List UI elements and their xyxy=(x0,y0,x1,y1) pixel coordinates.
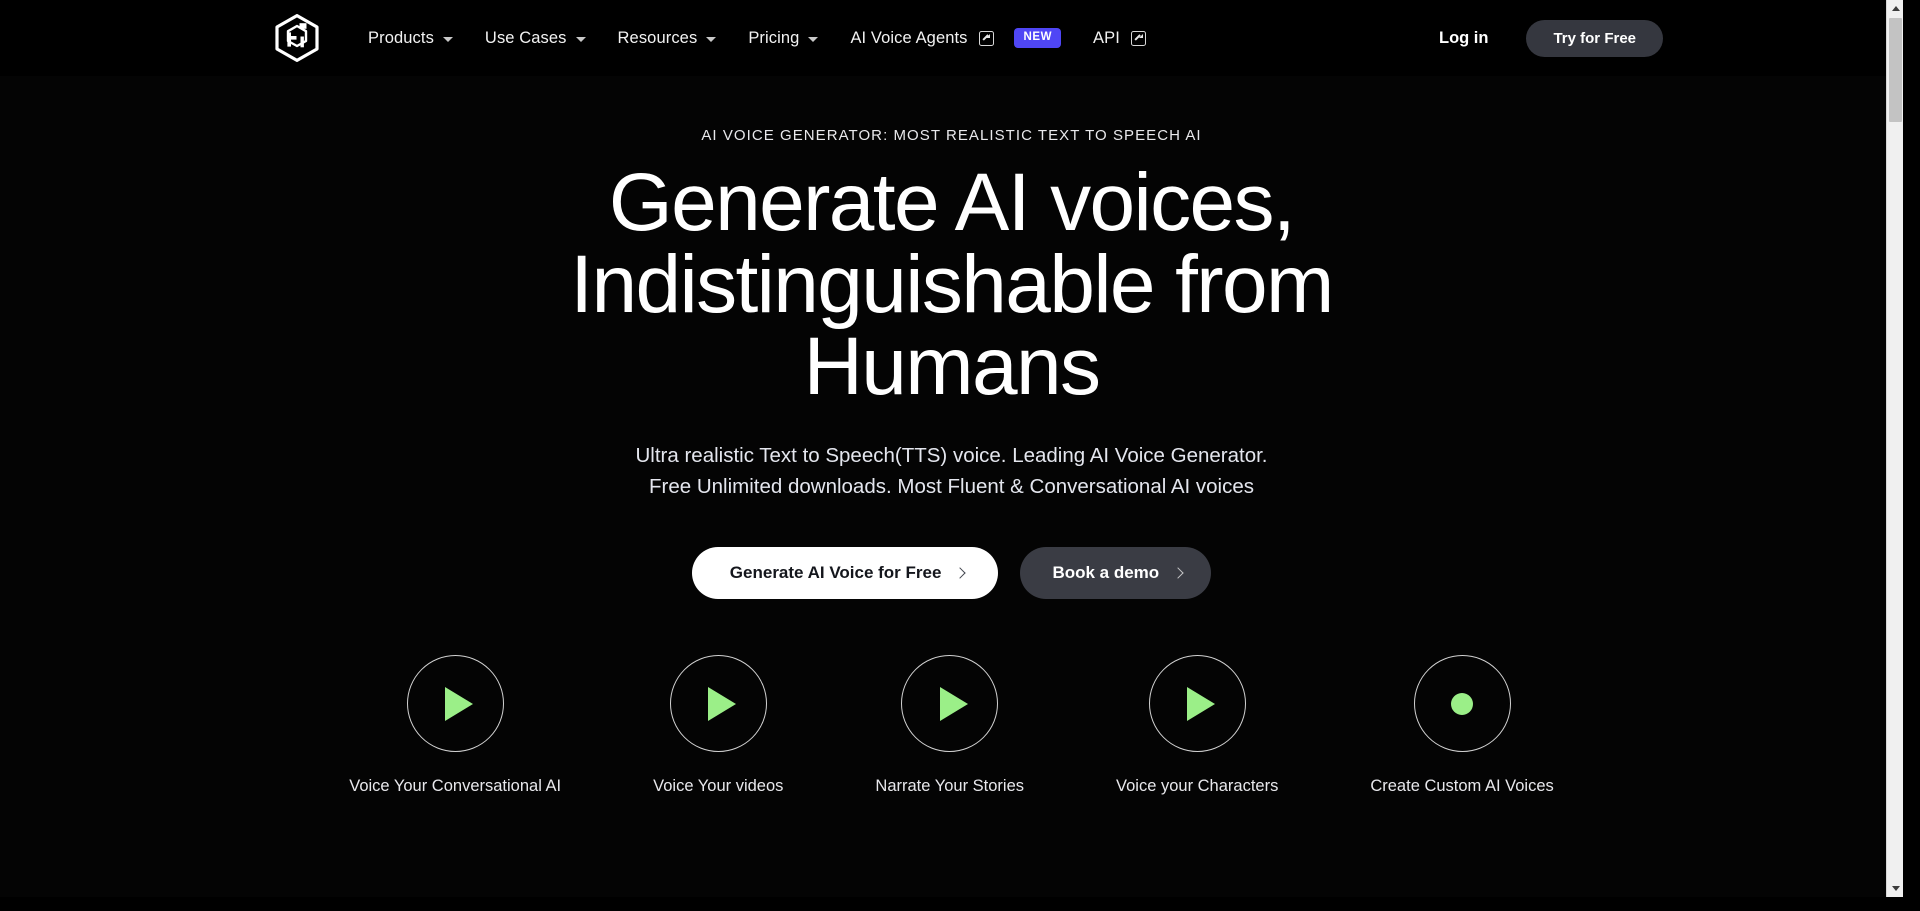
play-button-circle[interactable] xyxy=(406,655,504,753)
play-button-circle[interactable] xyxy=(669,655,767,753)
usecase-label: Voice Your Conversational AI xyxy=(349,777,562,796)
usecase-item-stories[interactable]: Narrate Your Stories xyxy=(875,655,1024,796)
hero-eyebrow: AI VOICE GENERATOR: MOST REALISTIC TEXT … xyxy=(701,127,1202,144)
chevron-right-icon xyxy=(1172,567,1184,579)
chevron-down-icon xyxy=(442,36,453,42)
try-for-free-button[interactable]: Try for Free xyxy=(1526,19,1663,57)
generate-ai-voice-label: Generate AI Voice for Free xyxy=(729,563,942,583)
play-icon xyxy=(939,686,968,721)
record-dot-icon xyxy=(1451,692,1474,715)
hero-section: AI VOICE GENERATOR: MOST REALISTIC TEXT … xyxy=(0,76,1903,796)
triangle-down-icon xyxy=(1891,886,1900,891)
page-title: Generate AI voices, Indistinguishable fr… xyxy=(570,157,1334,412)
nav-item-resources[interactable]: Resources xyxy=(602,23,733,54)
usecase-label: Voice your Characters xyxy=(1116,777,1279,796)
nav-item-label: Products xyxy=(368,28,434,47)
nav-item-label: API xyxy=(1093,28,1120,47)
triangle-up-icon xyxy=(1891,6,1900,11)
nav-links: Products Use Cases Resources Pricing AI … xyxy=(362,22,1162,54)
vertical-scrollbar[interactable] xyxy=(1886,0,1903,897)
play-button-circle[interactable] xyxy=(901,655,999,753)
usecase-item-conversational-ai[interactable]: Voice Your Conversational AI xyxy=(349,655,561,796)
chevron-down-icon xyxy=(808,36,819,42)
record-button-circle[interactable] xyxy=(1413,655,1511,753)
nav-item-label: Use Cases xyxy=(484,28,567,47)
usecase-item-characters[interactable]: Voice your Characters xyxy=(1116,655,1278,796)
chevron-down-icon xyxy=(706,36,717,42)
cta-button-row: Generate AI Voice for Free Book a demo xyxy=(0,547,1903,600)
scrollbar-down-arrow[interactable] xyxy=(1887,880,1903,897)
usecase-list: Voice Your Conversational AI Voice Your … xyxy=(0,655,1903,796)
nav-item-label: AI Voice Agents xyxy=(850,28,968,47)
nav-item-ai-voice-agents[interactable]: AI Voice Agents NEW xyxy=(834,22,1077,54)
login-link[interactable]: Log in xyxy=(1439,29,1488,48)
play-icon xyxy=(1187,686,1216,721)
usecase-item-custom-voices[interactable]: Create Custom AI Voices xyxy=(1370,655,1554,796)
usecase-label: Voice Your videos xyxy=(653,777,784,796)
play-icon xyxy=(445,686,474,721)
usecase-label: Narrate Your Stories xyxy=(875,777,1025,796)
external-link-icon xyxy=(978,30,994,46)
book-a-demo-button[interactable]: Book a demo xyxy=(1020,547,1212,600)
nav-actions: Log in Try for Free xyxy=(1439,19,1663,57)
generate-ai-voice-button[interactable]: Generate AI Voice for Free xyxy=(691,547,999,600)
bottom-bar xyxy=(0,897,1903,911)
hero-subheadline-line-1: Ultra realistic Text to Speech(TTS) voic… xyxy=(635,444,1268,467)
book-a-demo-label: Book a demo xyxy=(1052,563,1160,583)
chevron-down-icon xyxy=(575,36,586,42)
page-root: Products Use Cases Resources Pricing AI … xyxy=(0,0,1903,911)
external-link-icon xyxy=(1130,30,1146,46)
nav-item-label: Resources xyxy=(617,28,698,47)
nav-item-use-cases[interactable]: Use Cases xyxy=(469,23,602,54)
play-button-circle[interactable] xyxy=(1148,655,1246,753)
chevron-right-icon xyxy=(954,567,967,579)
hero-subheadline-line-2: Free Unlimited downloads. Most Fluent & … xyxy=(648,475,1255,499)
nav-item-pricing[interactable]: Pricing xyxy=(732,23,834,54)
scrollbar-up-arrow[interactable] xyxy=(1887,0,1903,17)
new-badge: NEW xyxy=(1013,28,1062,48)
nav-item-products[interactable]: Products xyxy=(362,23,469,54)
nav-item-label: Pricing xyxy=(748,28,800,47)
nav-item-api[interactable]: API xyxy=(1077,23,1162,54)
usecase-item-videos[interactable]: Voice Your videos xyxy=(653,655,783,796)
scrollbar-thumb[interactable] xyxy=(1889,18,1902,122)
top-navigation-bar: Products Use Cases Resources Pricing AI … xyxy=(0,0,1903,76)
hero-subheadline: Ultra realistic Text to Speech(TTS) voic… xyxy=(0,440,1903,502)
usecase-label: Create Custom AI Voices xyxy=(1370,777,1554,796)
play-icon xyxy=(708,686,737,721)
brand-logo[interactable] xyxy=(274,13,320,63)
